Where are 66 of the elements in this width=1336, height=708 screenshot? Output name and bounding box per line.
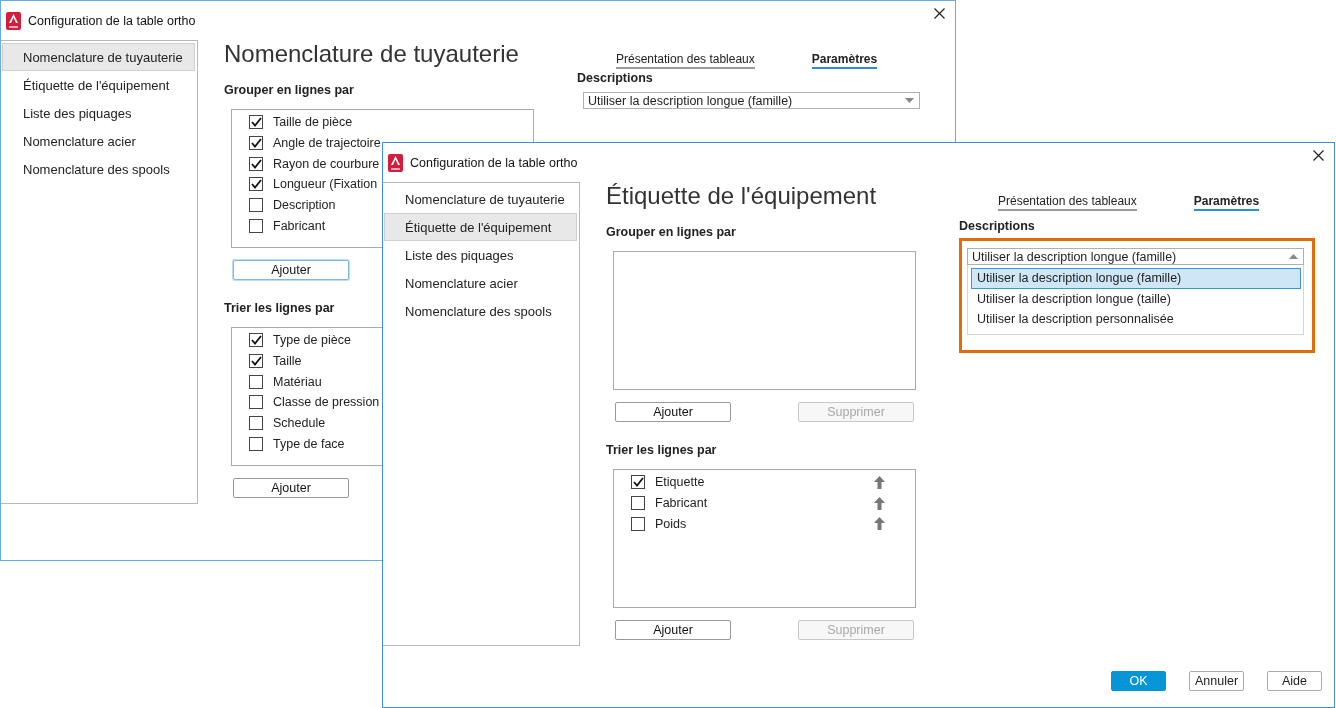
checkbox[interactable] <box>249 436 263 451</box>
dropdown-option[interactable]: Utiliser la description longue (famille) <box>971 268 1301 289</box>
sidebar-item[interactable]: Nomenclature de tuyauterie <box>2 43 195 71</box>
window-title: Configuration de la table ortho <box>28 13 197 28</box>
dropdown-option[interactable]: Utiliser la description personnalisée <box>971 309 1301 330</box>
list-item[interactable]: Etiquette <box>655 475 705 490</box>
page-heading: Nomenclature de tuyauterie <box>224 39 520 69</box>
add-button[interactable]: Ajouter <box>233 260 349 280</box>
checkbox[interactable] <box>249 198 263 213</box>
arrow-up-icon[interactable] <box>874 517 885 531</box>
tab[interactable]: Paramètres <box>1193 194 1260 211</box>
add-button[interactable]: Ajouter <box>615 402 731 422</box>
add-button[interactable]: Ajouter <box>615 620 731 640</box>
close-icon[interactable] <box>1313 150 1324 161</box>
list-item[interactable]: Type de pièce <box>273 333 351 348</box>
arrow-up-icon[interactable] <box>874 476 885 489</box>
checkbox[interactable] <box>631 496 645 511</box>
section-label: Descriptions <box>959 219 1035 235</box>
tab[interactable]: Paramètres <box>811 52 878 69</box>
dialog-button[interactable]: Aide <box>1267 671 1322 691</box>
section-label: Trier les lignes par <box>606 443 717 459</box>
checkbox[interactable] <box>249 115 263 130</box>
checkbox[interactable] <box>249 354 263 369</box>
checkbox[interactable] <box>249 177 263 192</box>
page-heading: Étiquette de l'équipement <box>606 181 878 211</box>
window-title: Configuration de la table ortho <box>410 155 579 170</box>
list-item[interactable]: Angle de trajectoire <box>273 136 381 151</box>
section-label: Descriptions <box>577 71 653 87</box>
checkbox[interactable] <box>249 218 263 233</box>
list-item[interactable]: Classe de pression <box>273 395 380 410</box>
tab[interactable]: Présentation des tableaux <box>998 194 1137 211</box>
dialog-button[interactable]: Annuler <box>1189 671 1244 691</box>
caret-down-icon <box>905 98 914 103</box>
app-icon <box>6 11 21 30</box>
checkbox[interactable] <box>249 374 263 389</box>
section-label: Grouper en lignes par <box>224 83 354 99</box>
checkbox[interactable] <box>249 395 263 410</box>
tab[interactable]: Présentation des tableaux <box>616 52 755 69</box>
list-item[interactable]: Fabricant <box>273 218 326 233</box>
sidebar-item[interactable]: Étiquette de l'équipement <box>384 213 577 241</box>
section-label: Grouper en lignes par <box>606 225 736 241</box>
list-item[interactable]: Poids <box>655 516 687 531</box>
list-item[interactable]: Longueur (Fixation <box>273 177 378 192</box>
list-item[interactable]: Schedule <box>273 416 326 431</box>
app-icon <box>388 153 403 172</box>
list-item[interactable]: Taille de pièce <box>273 115 353 130</box>
checkbox[interactable] <box>631 475 645 490</box>
add-button[interactable]: Ajouter <box>233 478 349 498</box>
arrow-up-icon[interactable] <box>874 496 885 510</box>
descriptions-dropdown[interactable]: Utiliser la description longue (famille) <box>583 92 920 109</box>
descriptions-dropdown[interactable]: Utiliser la description longue (famille) <box>967 248 1304 265</box>
list-item[interactable]: Type de face <box>273 436 345 451</box>
list-item[interactable]: Taille <box>273 354 302 369</box>
checkbox[interactable] <box>249 156 263 171</box>
list-item[interactable]: Description <box>273 198 336 213</box>
list-item[interactable]: Rayon de courbure <box>273 156 380 171</box>
list-item[interactable]: Fabricant <box>655 496 708 511</box>
checkbox[interactable] <box>249 416 263 431</box>
section-label: Trier les lignes par <box>224 301 335 317</box>
close-icon[interactable] <box>934 8 945 19</box>
checkbox[interactable] <box>249 333 263 348</box>
checkbox[interactable] <box>631 516 645 531</box>
checkbox[interactable] <box>249 136 263 151</box>
caret-up-icon <box>1289 254 1298 259</box>
list-item[interactable]: Matériau <box>273 374 322 389</box>
dropdown-option[interactable]: Utiliser la description longue (taille) <box>971 288 1301 309</box>
